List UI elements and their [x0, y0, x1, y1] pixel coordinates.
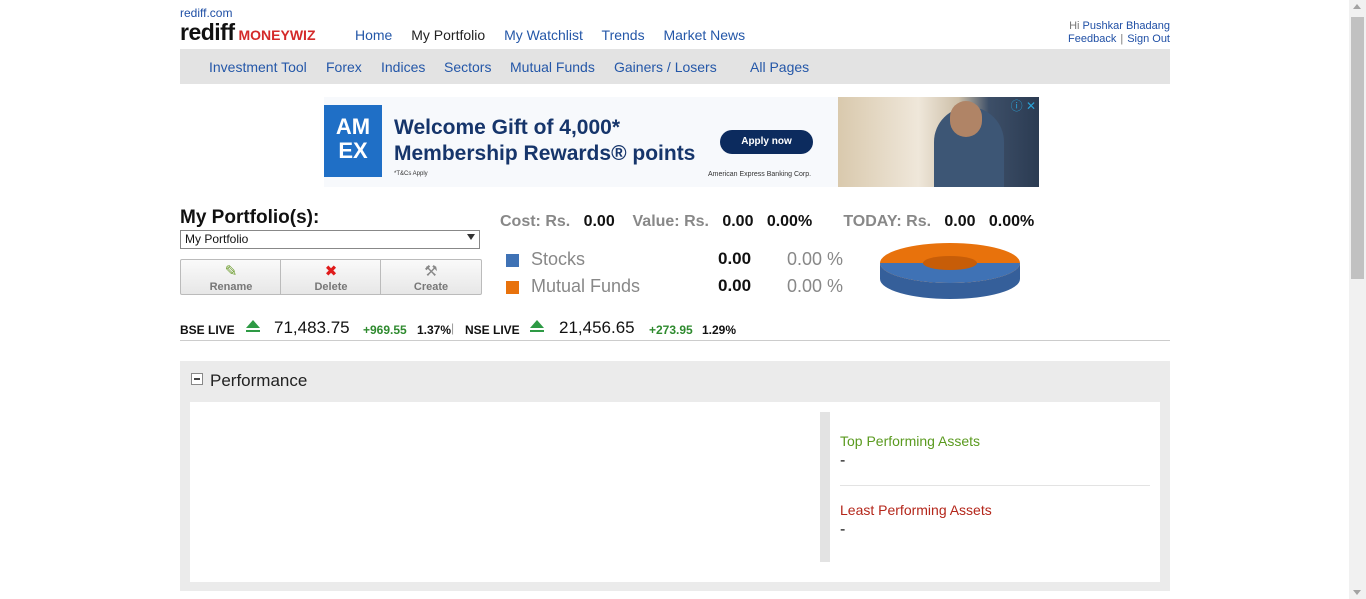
- up-arrow-icon: [246, 320, 260, 332]
- subnav-indices[interactable]: Indices: [381, 59, 425, 75]
- delete-button[interactable]: ✖ Delete: [280, 260, 381, 294]
- today-value: 0.00: [944, 213, 976, 230]
- ad-photo: [838, 97, 1039, 187]
- value-percent: 0.00%: [766, 213, 813, 230]
- nav-home[interactable]: Home: [355, 27, 392, 43]
- stocks-swatch: [506, 254, 519, 267]
- subnav-forex[interactable]: Forex: [326, 59, 362, 75]
- scroll-thumb[interactable]: [1351, 17, 1364, 279]
- mutual-funds-label: Mutual Funds: [531, 276, 641, 296]
- ad-person-head: [950, 101, 982, 137]
- nav-trends[interactable]: Trends: [602, 27, 645, 43]
- bse-label: BSE LIVE: [180, 323, 235, 337]
- mutual-funds-swatch: [506, 281, 519, 294]
- tools-icon: ⚒: [424, 263, 438, 280]
- allocation-pie-chart: [880, 243, 1020, 299]
- subnav-investment-tool[interactable]: Investment Tool: [209, 59, 307, 75]
- portfolio-title: My Portfolio(s):: [180, 207, 320, 228]
- nav-market-news[interactable]: Market News: [663, 27, 745, 43]
- ad-headline: Welcome Gift of 4,000* Membership Reward…: [394, 115, 695, 167]
- cost-value: 0.00: [583, 213, 615, 230]
- value-label: Value: Rs.: [632, 213, 709, 230]
- collapse-icon[interactable]: [191, 373, 203, 385]
- portfolio-select[interactable]: My Portfolio: [180, 230, 480, 249]
- site-link[interactable]: rediff.com: [180, 6, 232, 20]
- subnav-mutual-funds[interactable]: Mutual Funds: [510, 59, 595, 75]
- subnav-sectors[interactable]: Sectors: [444, 59, 491, 75]
- nse-label: NSE LIVE: [465, 323, 520, 337]
- vertical-scrollbar[interactable]: [1349, 0, 1366, 599]
- pencil-icon: ✎: [224, 263, 238, 280]
- value-value: 0.00: [722, 213, 754, 230]
- amex-logo: AM EX: [324, 105, 382, 177]
- performance-separator: [840, 485, 1150, 486]
- performance-divider: [820, 412, 830, 562]
- least-performing-label: Least Performing Assets: [840, 502, 992, 518]
- portfolio-summary: Cost: Rs. 0.00 Value: Rs. 0.00 0.00% TOD…: [500, 213, 1034, 231]
- cost-label: Cost: Rs.: [500, 213, 571, 230]
- ad-headline-line1: Welcome Gift of 4,000*: [394, 116, 621, 139]
- nav-my-portfolio[interactable]: My Portfolio: [411, 27, 485, 43]
- pie-hole: [923, 256, 977, 270]
- rename-button[interactable]: ✎ Rename: [181, 260, 281, 294]
- scroll-down-icon[interactable]: [1353, 590, 1361, 595]
- performance-title: Performance: [210, 371, 308, 390]
- stocks-percent: 0.00 %: [787, 249, 844, 269]
- subnav-all-pages[interactable]: All Pages: [750, 59, 809, 75]
- nse-change: +273.95: [649, 323, 693, 337]
- greeting: Hi: [1069, 20, 1080, 32]
- logo-text: rediff: [180, 19, 235, 45]
- nav-my-watchlist[interactable]: My Watchlist: [504, 27, 583, 43]
- mutual-funds-amount: 0.00: [718, 276, 752, 295]
- bse-index-value: 71,483.75: [274, 318, 350, 337]
- subnav-gainers-losers[interactable]: Gainers / Losers: [614, 59, 717, 75]
- bse-change: +969.55: [363, 323, 407, 337]
- logo[interactable]: rediff MONEYWIZ: [180, 19, 316, 46]
- delete-label: Delete: [314, 281, 348, 293]
- ad-info-close-icon[interactable]: ⓘ ✕: [1011, 97, 1036, 114]
- today-percent: 0.00%: [988, 213, 1035, 230]
- main-nav: Home My Portfolio My Watchlist Trends Ma…: [355, 27, 760, 43]
- delete-x-icon: ✖: [324, 263, 338, 280]
- logo-subtitle: MONEYWIZ: [238, 27, 316, 43]
- user-box: Hi Pushkar Bhadang Feedback | Sign Out: [1068, 20, 1170, 46]
- bse-percent: 1.37%: [417, 323, 452, 337]
- rename-label: Rename: [209, 281, 253, 293]
- sign-out-link[interactable]: Sign Out: [1127, 33, 1170, 45]
- top-performing-label: Top Performing Assets: [840, 433, 981, 449]
- stocks-label: Stocks: [531, 249, 586, 269]
- create-button[interactable]: ⚒ Create: [380, 260, 481, 294]
- advertisement-banner[interactable]: AM EX Welcome Gift of 4,000* Membership …: [324, 97, 1039, 187]
- mutual-funds-percent: 0.00 %: [787, 276, 844, 296]
- sub-nav: Investment Tool Forex Indices Sectors Mu…: [180, 49, 1170, 84]
- performance-panel: Performance Top Performing Assets - Leas…: [180, 361, 1170, 591]
- up-arrow-icon: [530, 320, 544, 332]
- create-label: Create: [413, 281, 449, 293]
- ad-terms: *T&Cs Apply: [394, 171, 428, 177]
- scroll-up-icon[interactable]: [1353, 4, 1361, 9]
- nse-index-value: 21,456.65: [559, 318, 635, 337]
- chevron-down-icon: [467, 234, 475, 240]
- today-label: TODAY: Rs.: [843, 213, 932, 230]
- ticker-separator: |: [451, 321, 455, 335]
- least-performing-value: -: [840, 521, 846, 538]
- market-ticker: BSE LIVE 71,483.75 +969.55 1.37% | NSE L…: [180, 318, 1170, 341]
- ad-headline-line2: Membership Rewards® points: [394, 142, 696, 165]
- link-separator: |: [1120, 33, 1124, 45]
- top-performing-value: -: [840, 452, 846, 469]
- portfolio-select-value: My Portfolio: [185, 232, 249, 246]
- user-name-link[interactable]: Pushkar Bhadang: [1083, 20, 1170, 32]
- nse-percent: 1.29%: [702, 323, 737, 337]
- ad-corp-name: American Express Banking Corp.: [708, 171, 812, 178]
- feedback-link[interactable]: Feedback: [1068, 33, 1116, 45]
- stocks-amount: 0.00: [718, 249, 752, 268]
- portfolio-actions: ✎ Rename ✖ Delete ⚒ Create: [180, 259, 482, 295]
- performance-body: Top Performing Assets - Least Performing…: [190, 402, 1160, 582]
- apply-now-button[interactable]: Apply now: [720, 130, 813, 154]
